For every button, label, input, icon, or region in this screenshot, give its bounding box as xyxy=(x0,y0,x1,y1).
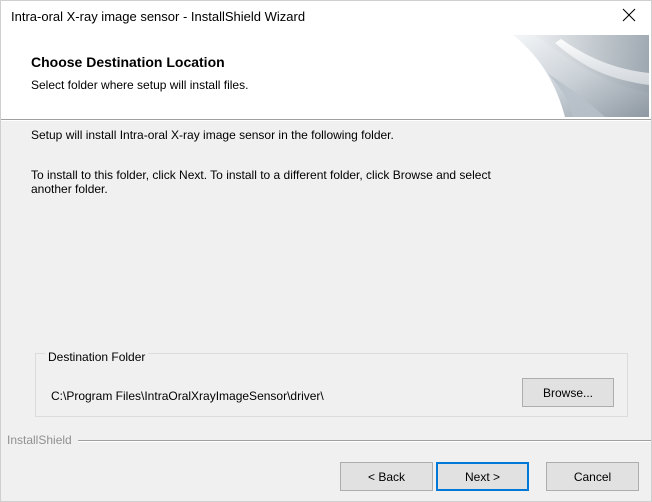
installshield-wizard-window: Intra-oral X-ray image sensor - InstallS… xyxy=(0,0,652,502)
installshield-brand: InstallShield xyxy=(7,433,78,447)
browse-button[interactable]: Browse... xyxy=(522,378,614,407)
wizard-header: Choose Destination Location Select folde… xyxy=(1,33,651,119)
instructions-text-line1: To install to this folder, click Next. T… xyxy=(31,168,491,182)
page-title: Choose Destination Location xyxy=(31,54,225,70)
window-title: Intra-oral X-ray image sensor - InstallS… xyxy=(11,9,306,24)
cancel-button[interactable]: Cancel xyxy=(546,462,639,491)
instructions-text-line2: another folder. xyxy=(31,182,108,196)
next-button[interactable]: Next > xyxy=(436,462,529,491)
page-curl-graphic xyxy=(495,35,649,117)
install-info-text: Setup will install Intra-oral X-ray imag… xyxy=(31,128,394,142)
footer-divider-highlight xyxy=(7,441,651,442)
page-subtitle: Select folder where setup will install f… xyxy=(31,78,249,92)
destination-path: C:\Program Files\IntraOralXrayImageSenso… xyxy=(51,389,324,403)
back-button[interactable]: < Back xyxy=(340,462,433,491)
close-button[interactable] xyxy=(607,1,651,33)
close-icon xyxy=(622,8,636,27)
title-bar[interactable]: Intra-oral X-ray image sensor - InstallS… xyxy=(1,1,651,33)
destination-folder-legend: Destination Folder xyxy=(45,350,149,364)
header-divider-highlight xyxy=(1,120,651,121)
